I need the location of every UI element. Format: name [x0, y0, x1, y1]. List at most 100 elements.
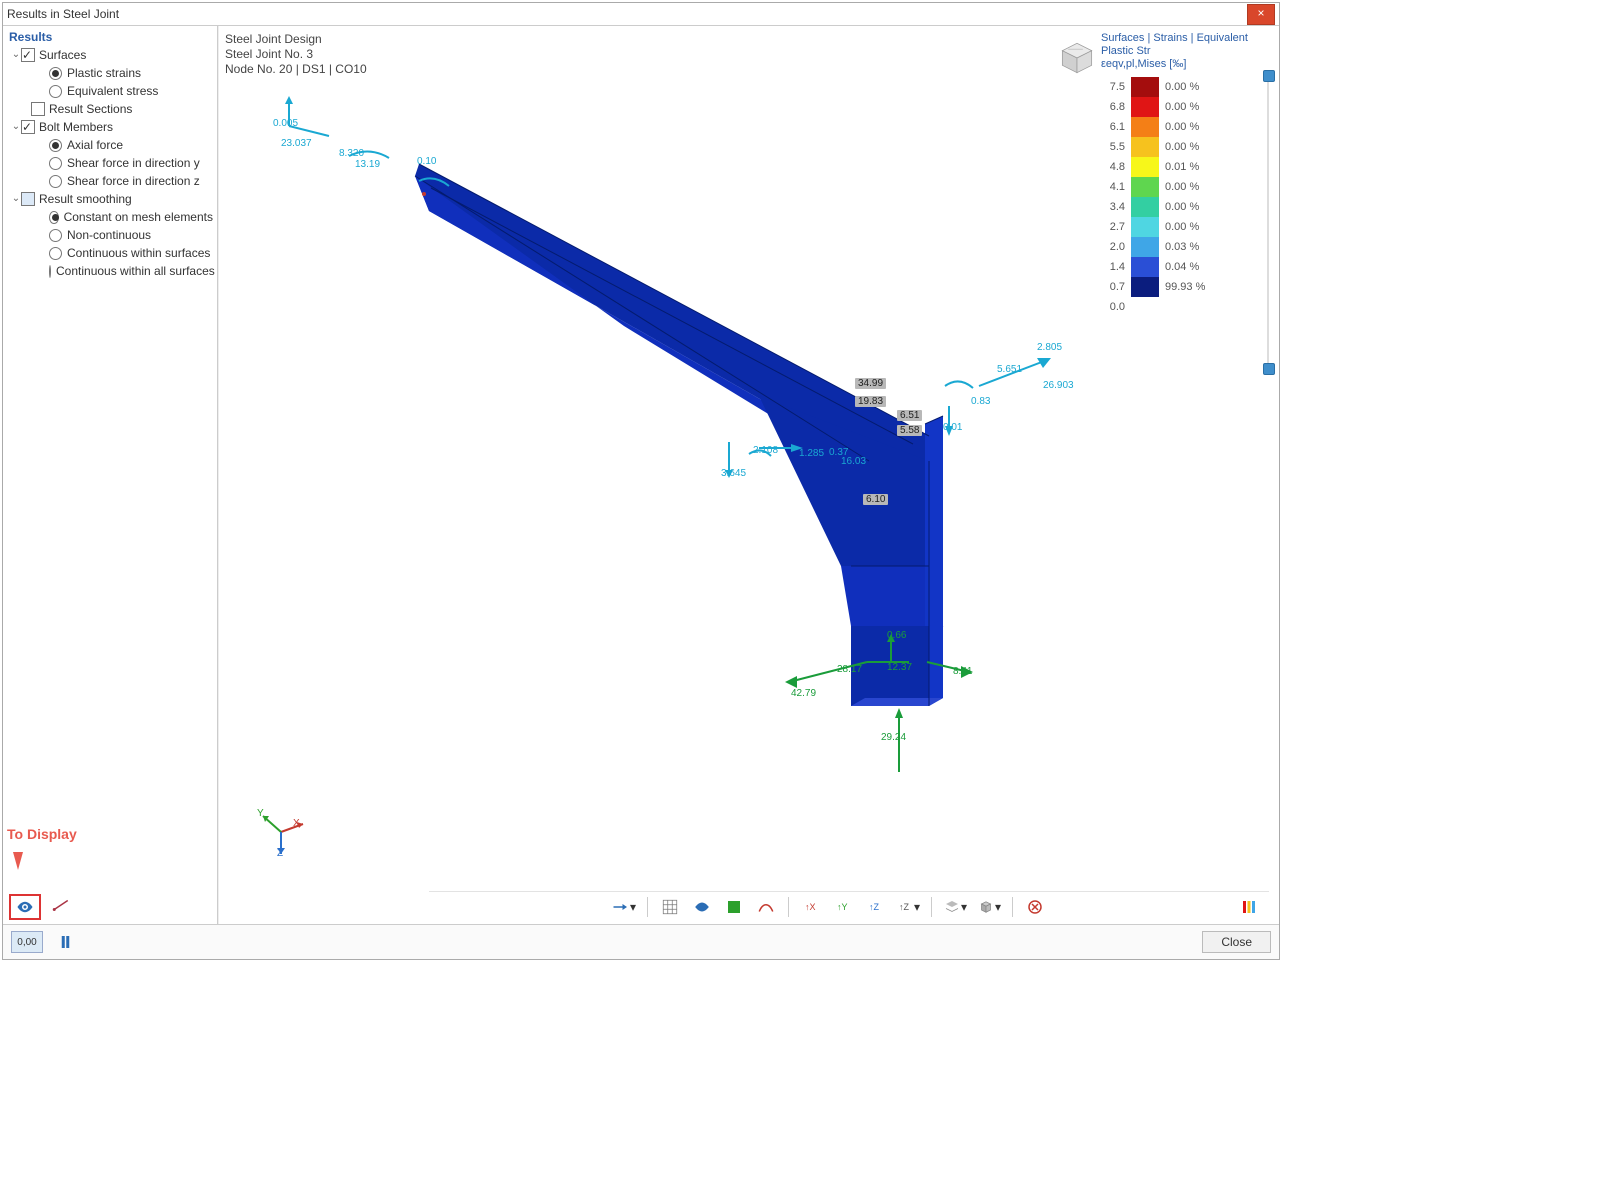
tool-view-mode[interactable]: ▾ — [609, 896, 639, 918]
legend-row: 2.70.00 % — [1101, 217, 1273, 237]
checkbox-result-sections[interactable] — [31, 102, 45, 116]
legend-tick: 2.0 — [1101, 241, 1127, 253]
callout-to-display: To Display — [7, 826, 77, 842]
tool-display-style[interactable]: ▾ — [940, 896, 970, 918]
tool-view-x[interactable]: ↑X — [797, 896, 825, 918]
radio-icon[interactable] — [49, 175, 62, 188]
tool-view-z[interactable]: ↑Z — [861, 896, 889, 918]
radio-equivalent-stress[interactable]: Equivalent stress — [9, 82, 213, 100]
tool-show-deformation[interactable] — [752, 896, 780, 918]
legend-tick: 5.5 — [1101, 141, 1127, 153]
legend-tick: 4.8 — [1101, 161, 1127, 173]
radio-icon[interactable] — [49, 157, 62, 170]
callout-arrow-icon — [13, 852, 23, 870]
tool-render-style[interactable]: ▾ — [974, 896, 1004, 918]
legend-title: Surfaces | Strains | Equivalent Plastic … — [1101, 32, 1273, 71]
legend-swatch — [1131, 177, 1159, 197]
window-title: Results in Steel Joint — [7, 7, 1247, 21]
tab-display-eye[interactable] — [9, 894, 41, 920]
legend-row: 0.0 — [1101, 297, 1273, 317]
eye-icon — [16, 898, 34, 916]
result-value-box: 5.58 — [897, 425, 922, 436]
force-label: 8.320 — [339, 148, 364, 159]
radio-icon[interactable] — [49, 85, 62, 98]
viewport[interactable]: Steel Joint Design Steel Joint No. 3 Nod… — [218, 26, 1279, 924]
radio-icon[interactable] — [49, 265, 51, 278]
legend-percent: 0.00 % — [1165, 201, 1199, 213]
surfaces-label: Surfaces — [39, 46, 86, 64]
force-label: 13.19 — [355, 159, 380, 170]
side-panel: Results ⌄ Surfaces Plastic strains Equiv… — [3, 26, 218, 924]
iso-icon: ↑Z — [896, 898, 914, 916]
legend-title-2: εeqv,pl,Mises [‰] — [1101, 58, 1273, 71]
chevron-down-icon[interactable]: ⌄ — [11, 46, 21, 64]
axis-x-icon: ↑X — [802, 898, 820, 916]
legend-row: 0.799.93 % — [1101, 277, 1273, 297]
tool-view-iso[interactable]: ↑Z ▾ — [893, 896, 923, 918]
reaction-label: 42.79 — [791, 688, 816, 699]
tool-legend-settings[interactable] — [1235, 896, 1263, 918]
slider-thumb-top[interactable] — [1263, 70, 1275, 82]
tree-node-bolt-members[interactable]: ⌄ Bolt Members — [9, 118, 213, 136]
status-model-button[interactable] — [53, 931, 81, 953]
radio-axial-force[interactable]: Axial force — [9, 136, 213, 154]
legend-row: 3.40.00 % — [1101, 197, 1273, 217]
legend-range-slider[interactable] — [1263, 70, 1275, 375]
legend-percent: 0.00 % — [1165, 121, 1199, 133]
tree-node-result-smoothing[interactable]: ⌄ Result smoothing — [9, 190, 213, 208]
tool-clear-selection[interactable] — [1021, 896, 1049, 918]
radio-continuous-surfaces[interactable]: Continuous within surfaces — [9, 244, 213, 262]
checkbox-bolt-members[interactable] — [21, 120, 35, 134]
close-dialog-button[interactable]: Close — [1202, 931, 1271, 953]
chevron-down-icon[interactable]: ⌄ — [11, 118, 21, 136]
radio-continuous-all[interactable]: Continuous within all surfaces — [9, 262, 213, 280]
radio-constant-mesh[interactable]: Constant on mesh elements — [9, 208, 213, 226]
force-label: 16.03 — [841, 456, 866, 467]
results-tree: ⌄ Surfaces Plastic strains Equivalent st… — [9, 46, 213, 280]
legend-percent: 0.00 % — [1165, 101, 1199, 113]
tree-node-surfaces[interactable]: ⌄ Surfaces — [9, 46, 213, 64]
axis-label-y: Y — [257, 808, 264, 819]
legend-swatch — [1131, 157, 1159, 177]
tree-node-result-sections[interactable]: Result Sections — [9, 100, 213, 118]
checkbox-surfaces[interactable] — [21, 48, 35, 62]
layers-icon — [943, 898, 961, 916]
radio-icon[interactable] — [49, 229, 62, 242]
force-label: 1.285 — [799, 448, 824, 459]
legend-row: 7.50.00 % — [1101, 77, 1273, 97]
radio-plastic-strain[interactable]: Plastic strains — [9, 64, 213, 82]
force-label: 0.005 — [273, 118, 298, 129]
status-units-button[interactable]: 0,00 — [11, 931, 43, 953]
slider-thumb-bottom[interactable] — [1263, 363, 1275, 375]
tool-show-results[interactable] — [720, 896, 748, 918]
radio-icon[interactable] — [49, 211, 59, 224]
tool-view-y[interactable]: ↑Y — [829, 896, 857, 918]
clear-icon — [1026, 898, 1044, 916]
result-value-box: 19.83 — [855, 396, 886, 407]
force-label: 5.651 — [997, 364, 1022, 375]
legend-swatch — [1131, 237, 1159, 257]
force-label: 3.645 — [721, 468, 746, 479]
radio-icon[interactable] — [49, 247, 62, 260]
radio-icon[interactable] — [49, 67, 62, 80]
radio-shear-z[interactable]: Shear force in direction z — [9, 172, 213, 190]
legend-percent: 0.01 % — [1165, 161, 1199, 173]
tool-grid[interactable] — [656, 896, 684, 918]
radio-shear-y[interactable]: Shear force in direction y — [9, 154, 213, 172]
legend-swatch — [1131, 277, 1159, 297]
svg-text:↑Z: ↑Z — [899, 902, 910, 912]
legend-tick: 6.8 — [1101, 101, 1127, 113]
tab-member-view[interactable] — [47, 894, 75, 916]
legend-swatch — [1131, 217, 1159, 237]
tool-show-loads[interactable] — [688, 896, 716, 918]
legend-swatch — [1131, 137, 1159, 157]
legend-swatch — [1131, 297, 1159, 317]
close-button[interactable]: × — [1247, 4, 1275, 25]
radio-non-continuous[interactable]: Non-continuous — [9, 226, 213, 244]
legend-percent: 0.00 % — [1165, 81, 1199, 93]
radio-icon[interactable] — [49, 139, 62, 152]
checkbox-result-smoothing[interactable] — [21, 192, 35, 206]
legend-percent: 99.93 % — [1165, 281, 1205, 293]
chevron-down-icon[interactable]: ⌄ — [11, 190, 21, 208]
eye-icon — [693, 898, 711, 916]
